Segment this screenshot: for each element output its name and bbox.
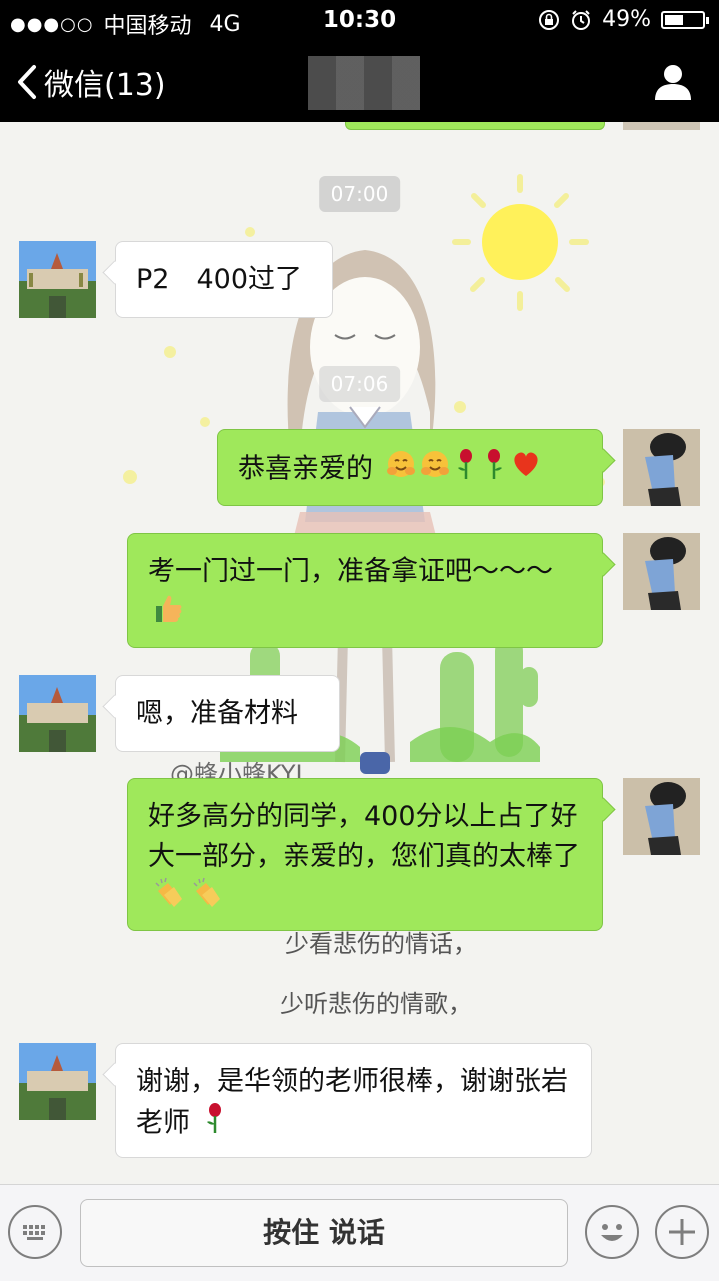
my-avatar[interactable] [623,533,700,610]
back-button[interactable]: 微信(13) [16,60,166,104]
plus-icon [669,1219,695,1245]
alarm-icon [572,9,591,30]
wallpaper-line-1: 少看悲伤的情话， [285,930,477,958]
person-photo-icon [623,429,700,506]
status-bar: ●●●○○ 中国移动 4G 10:30 49% [0,0,719,42]
message-bubble-2[interactable]: 恭喜亲爱的 [217,429,603,506]
building-photo-icon [19,241,96,318]
message-bubble-1[interactable]: P2 400过了 [115,241,333,318]
rose-emoji [203,1102,227,1146]
message-bubble-3[interactable]: 考一门过一门，准备拿证吧～～～ [127,533,603,648]
battery-fill [665,14,683,25]
person-photo-icon [623,778,700,855]
battery-percent: 49% [602,7,651,32]
my-avatar[interactable] [623,778,700,855]
message-text: 好多高分的同学，400分以上占了好大一部分，亲爱的，您们真的太棒了 [148,801,580,872]
wallpaper-line-2: 少听悲伤的情歌， [280,990,472,1018]
chat-wallpaper: @蜂小蜂KYL 少看悲伤的情话， 少听悲伤的情歌， [0,122,719,1184]
clapping-hands-emoji [152,877,186,921]
timestamp-2: 07:06 [318,366,401,402]
message-text: 谢谢，是华领的老师很棒，谢谢张岩老师 [136,1066,568,1139]
message-text: 嗯，准备材料 [136,698,298,729]
smiley-icon [601,1224,623,1241]
rose-emoji [482,448,506,492]
hold-to-talk-button[interactable]: 按住 说话 [80,1199,568,1267]
more-options-button[interactable] [655,1205,709,1259]
message-text: P2 400过了 [136,264,302,295]
status-right: 49% [538,7,709,32]
person-photo-icon [623,533,700,610]
keyboard-toggle-button[interactable] [8,1205,62,1259]
hugging-face-emoji [386,449,416,491]
message-text: 考一门过一门，准备拿证吧～～～ [148,556,553,587]
building-photo-icon [19,1043,96,1120]
contact-avatar[interactable] [19,241,96,318]
thumbs-up-emoji [152,592,184,636]
timestamp-1: 07:00 [318,176,401,212]
heart-emoji [510,450,542,490]
nav-bar: 微信(13) [0,42,719,122]
hugging-face-emoji [420,449,450,491]
message-bubble-5[interactable]: 好多高分的同学，400分以上占了好大一部分，亲爱的，您们真的太棒了 [127,778,603,931]
orientation-lock-icon [539,9,560,30]
my-avatar-partial[interactable] [623,122,700,130]
chat-title-obscured [308,56,420,110]
message-bubble-4[interactable]: 嗯，准备材料 [115,675,340,752]
chevron-left-icon [18,65,36,99]
back-label: 微信(13) [44,68,166,103]
message-text: 恭喜亲爱的 [238,453,373,485]
building-photo-icon [19,675,96,752]
partial-out-bubble [345,122,605,130]
my-avatar[interactable] [623,429,700,506]
battery-icon [661,10,709,29]
profile-icon[interactable] [653,62,693,102]
rose-emoji [454,448,478,492]
clapping-hands-emoji [190,877,224,921]
contact-avatar[interactable] [19,675,96,752]
chat-area[interactable]: @蜂小蜂KYL 少看悲伤的情话， 少听悲伤的情歌， 07:00 P2 400过了… [0,122,719,1184]
input-bar: 按住 说话 [0,1184,719,1281]
message-bubble-6[interactable]: 谢谢，是华领的老师很棒，谢谢张岩老师 [115,1043,592,1158]
contact-avatar[interactable] [19,1043,96,1120]
emoji-button[interactable] [585,1205,639,1259]
keyboard-icon [23,1225,45,1240]
